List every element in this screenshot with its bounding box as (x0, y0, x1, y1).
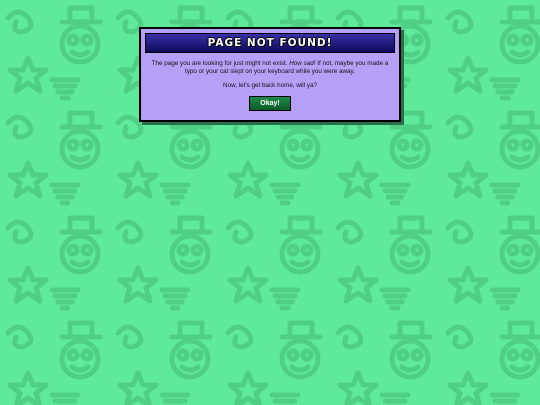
message-emphasis: How sad! (289, 60, 316, 67)
dialog-title-bar: PAGE NOT FOUND! (145, 33, 395, 53)
dialog-title: PAGE NOT FOUND! (207, 37, 333, 49)
error-dialog: PAGE NOT FOUND! The page you are looking… (139, 27, 401, 122)
message-first: The page you are looking for just might … (149, 60, 391, 76)
okay-button[interactable]: Okay! (249, 96, 291, 111)
message-text-before: The page you are looking for just might … (151, 60, 290, 67)
dialog-message: The page you are looking for just might … (149, 60, 391, 90)
message-second: Now, let's get back home, will ya? (223, 82, 317, 89)
